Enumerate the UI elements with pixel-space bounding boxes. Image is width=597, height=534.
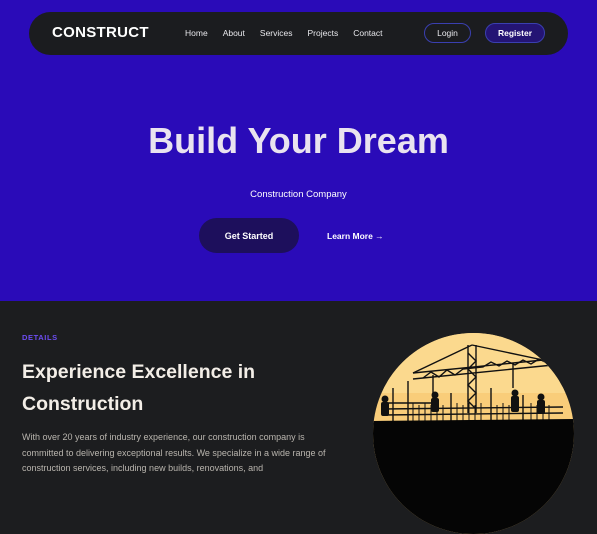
construction-silhouette-image <box>373 333 574 534</box>
get-started-button[interactable]: Get Started <box>199 218 299 253</box>
construction-photo <box>373 333 574 534</box>
section-title: Experience Excellence in Construction <box>22 361 256 415</box>
navbar: CONSTRUCT Home About Services Projects C… <box>29 12 568 55</box>
nav-link-projects[interactable]: Projects <box>308 28 339 38</box>
details-section: DETAILS Experience Excellence in Constru… <box>0 301 597 534</box>
nav-link-services[interactable]: Services <box>260 28 293 38</box>
register-button[interactable]: Register <box>485 23 545 43</box>
hero-section: CONSTRUCT Home About Services Projects C… <box>0 0 597 301</box>
hero-title: Build Your Dream <box>148 120 449 161</box>
logo[interactable]: CONSTRUCT <box>52 24 149 41</box>
nav-links: Home About Services Projects Contact <box>185 28 398 38</box>
login-button[interactable]: Login <box>424 23 471 43</box>
learn-more-link[interactable]: Learn More → <box>327 231 384 241</box>
nav-link-home[interactable]: Home <box>185 28 208 38</box>
hero-subtitle: Construction Company <box>250 189 347 200</box>
nav-link-contact[interactable]: Contact <box>353 28 382 38</box>
section-body: With over 20 years of industry experienc… <box>22 432 326 473</box>
section-eyebrow: DETAILS <box>22 333 58 342</box>
nav-link-about[interactable]: About <box>223 28 245 38</box>
